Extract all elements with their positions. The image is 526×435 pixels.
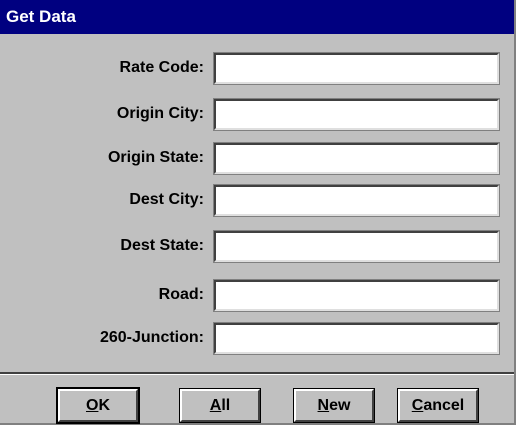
dest-state-label: Dest State:	[120, 237, 204, 254]
road-row: Road:	[0, 277, 514, 313]
ok-button[interactable]: OK	[56, 387, 140, 424]
rate-code-input[interactable]	[213, 52, 500, 85]
dest-city-input[interactable]	[213, 184, 500, 217]
origin-state-input[interactable]	[213, 142, 500, 175]
dialog-title: Get Data	[0, 0, 514, 34]
ok-label-rest: K	[98, 396, 110, 414]
road-input[interactable]	[213, 279, 500, 312]
origin-city-label: Origin City:	[116, 105, 204, 122]
dest-city-row: Dest City:	[0, 182, 514, 218]
cancel-mnemonic: C	[411, 396, 424, 414]
junction-row: 260-Junction:	[0, 320, 514, 356]
origin-city-input[interactable]	[213, 98, 500, 131]
new-button[interactable]: New	[293, 388, 375, 423]
junction-input[interactable]	[213, 322, 500, 355]
all-label-rest: ll	[221, 396, 231, 414]
get-data-dialog: Get Data Rate Code: Origin City: Origin …	[0, 0, 516, 425]
button-separator	[0, 372, 514, 375]
new-label-rest: ew	[329, 396, 351, 414]
rate-code-row: Rate Code:	[0, 50, 514, 86]
junction-label: 260-Junction:	[99, 329, 204, 346]
cancel-label-rest: ancel	[423, 396, 465, 414]
all-button[interactable]: All	[179, 388, 261, 423]
ok-mnemonic: O	[85, 396, 99, 414]
dest-state-row: Dest State:	[0, 228, 514, 264]
dest-state-input[interactable]	[213, 230, 500, 263]
origin-state-label: Origin State:	[107, 149, 204, 166]
road-label: Road:	[158, 286, 204, 303]
cancel-button[interactable]: Cancel	[397, 388, 479, 423]
dest-city-label: Dest City:	[129, 191, 204, 208]
origin-city-row: Origin City:	[0, 96, 514, 132]
origin-state-row: Origin State:	[0, 140, 514, 176]
new-mnemonic: N	[317, 396, 330, 414]
all-mnemonic: A	[209, 396, 222, 414]
rate-code-label: Rate Code:	[119, 59, 204, 76]
